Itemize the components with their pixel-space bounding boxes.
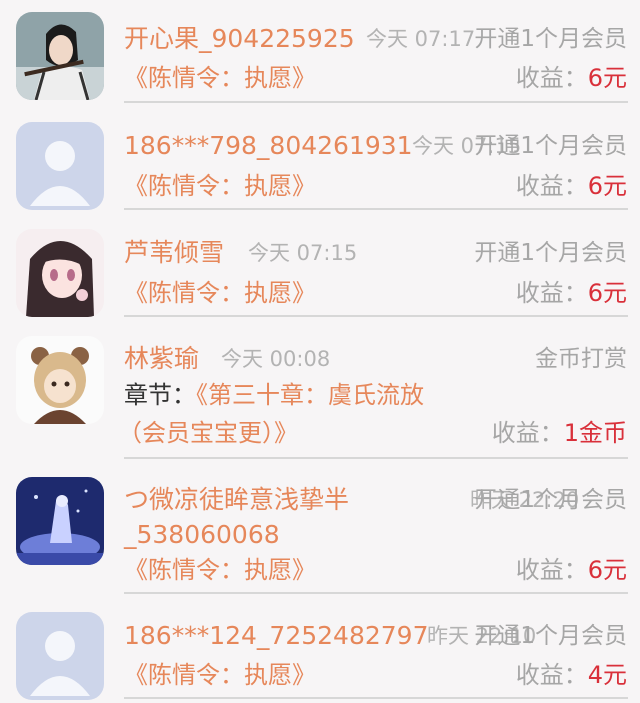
income-value: 1金币 — [563, 419, 627, 447]
action-type: 金币打赏 — [535, 346, 627, 372]
divider — [124, 457, 628, 459]
income: 收益：1金币 — [492, 418, 627, 448]
avatar[interactable] — [16, 336, 104, 424]
action-type: 开通1个月会员 — [474, 133, 627, 159]
user-name[interactable]: 186***124_7252482797 — [124, 621, 429, 651]
avatar[interactable] — [16, 477, 104, 565]
income-value: 4元 — [587, 661, 627, 689]
timestamp: 今天 07:15 — [248, 241, 358, 265]
income-label: 收益： — [515, 556, 588, 584]
book-title[interactable]: 《陈情令：执愿》 — [124, 660, 316, 690]
user-name-continued[interactable]: _538060068 — [124, 520, 280, 550]
timestamp: 今天 00:08 — [221, 347, 331, 371]
income-label: 收益： — [515, 172, 588, 200]
book-title[interactable]: 《第三十章：虞氏流放 — [196, 381, 424, 409]
divider — [124, 101, 628, 103]
income-value: 6元 — [587, 172, 627, 200]
income-label: 收益： — [491, 419, 564, 447]
timestamp: 今天 07:17 — [366, 27, 476, 51]
income-value: 6元 — [587, 64, 627, 92]
list-item[interactable]: 芦苇倾雪 今天 07:15 开通1个月会员 《陈情令：执愿》 收益：6元 — [0, 211, 640, 318]
chapter-line[interactable]: 章节：《第三十章：虞氏流放 — [124, 380, 424, 410]
income: 收益：6元 — [516, 555, 627, 585]
divider — [124, 697, 628, 699]
default-avatar-icon[interactable] — [16, 122, 104, 210]
book-title-continued[interactable]: （会员宝宝更）》 — [118, 418, 298, 448]
income: 收益：6元 — [516, 278, 627, 308]
book-title[interactable]: 《陈情令：执愿》 — [124, 555, 316, 585]
avatar[interactable] — [16, 229, 104, 317]
action-type: 开通1个月会员 — [474, 623, 627, 649]
action-type: 开通1个月会员 — [474, 26, 627, 52]
income: 收益：4元 — [516, 660, 627, 690]
action-type: 开通1个月会员 — [474, 487, 627, 513]
user-name[interactable]: 186***798_804261931 — [124, 131, 413, 161]
default-avatar-icon[interactable] — [16, 612, 104, 700]
list-item[interactable]: 林紫瑜 今天 00:08 金币打赏 章节：《第三十章：虞氏流放 （会员宝宝更）》… — [0, 318, 640, 461]
book-title[interactable]: 《陈情令：执愿》 — [124, 171, 316, 201]
income-label: 收益： — [515, 661, 588, 689]
income: 收益：6元 — [516, 171, 627, 201]
list-item[interactable]: 开心果_904225925 今天 07:17 开通1个月会员 《陈情令：执愿》 … — [0, 0, 640, 104]
divider — [124, 208, 628, 210]
list-item[interactable]: 186***798_804261931 今天 07:15 开通1个月会员 《陈情… — [0, 104, 640, 211]
user-name[interactable]: 开心果_904225925 — [124, 24, 355, 54]
book-title[interactable]: 《陈情令：执愿》 — [124, 63, 316, 93]
income-value: 6元 — [587, 279, 627, 307]
list-item[interactable]: 186***124_7252482797 昨天 22:10 开通1个月会员 《陈… — [0, 596, 640, 703]
avatar[interactable] — [16, 12, 104, 100]
divider — [124, 592, 628, 594]
user-name[interactable]: 芦苇倾雪 — [124, 238, 224, 268]
book-title[interactable]: 《陈情令：执愿》 — [124, 278, 316, 308]
list-item[interactable]: つ微凉徒眸意浅挚半 _538060068 昨天 22:20 开通1个月会员 《陈… — [0, 461, 640, 596]
income: 收益：6元 — [516, 63, 627, 93]
income-label: 收益： — [515, 64, 588, 92]
income-label: 收益： — [515, 279, 588, 307]
user-name[interactable]: 林紫瑜 — [124, 344, 199, 374]
income-value: 6元 — [587, 556, 627, 584]
chapter-label: 章节： — [124, 381, 196, 409]
action-type: 开通1个月会员 — [474, 240, 627, 266]
divider — [124, 315, 628, 317]
user-name[interactable]: つ微凉徒眸意浅挚半 — [124, 485, 349, 515]
